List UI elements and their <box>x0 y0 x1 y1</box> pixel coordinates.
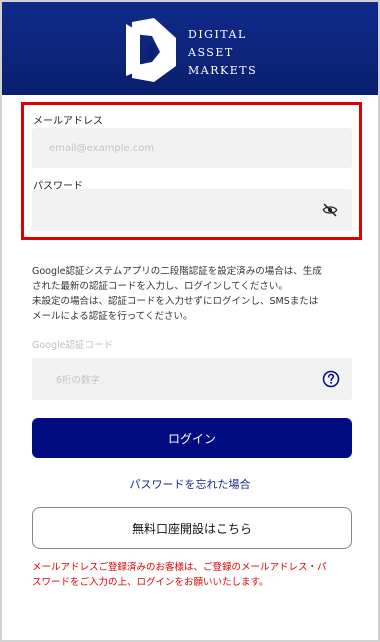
logo-line-digital: Digital <box>188 28 247 41</box>
password-field[interactable] <box>32 189 352 231</box>
dam-logo-icon <box>126 18 176 82</box>
brand-logo-text: Digital Asset Markets <box>188 26 257 80</box>
registered-users-note: メールアドレスご登録済みのお客様は、ご登録のメールアドレス・パ スワードをご入力… <box>32 560 362 590</box>
note-line: スワードをご入力の上、ログインをお願いいたします。 <box>32 577 269 588</box>
app-frame: Digital Asset Markets メールアドレス email@exam… <box>0 0 380 642</box>
notice-line: 未設定の場合は、認証コードを入力せずにログインし、SMSまたは <box>32 296 319 307</box>
email-field[interactable]: email@example.com <box>32 128 352 168</box>
forgot-password-link[interactable]: パスワードを忘れた場合 <box>2 476 378 492</box>
notice-line: された最新の認証コードを入力し、ログインしてください。 <box>32 281 288 292</box>
logo-line-asset: Asset <box>188 46 234 59</box>
login-button[interactable]: ログイン <box>32 418 352 458</box>
logo-line-markets: Markets <box>188 64 258 77</box>
notice-line: Google認証システムアプリの二段階認証を設定済みの場合は、生成 <box>32 266 322 277</box>
eye-off-icon[interactable] <box>322 202 338 218</box>
brand-header: Digital Asset Markets <box>2 2 378 95</box>
help-circle-icon[interactable] <box>322 370 340 388</box>
email-placeholder: email@example.com <box>49 142 155 154</box>
notice-line: メールによる認証を行ってください。 <box>32 311 193 322</box>
note-line: メールアドレスご登録済みのお客様は、ご登録のメールアドレス・パ <box>32 562 327 573</box>
two-factor-notice: Google認証システムアプリの二段階認証を設定済みの場合は、生成 された最新の… <box>32 264 362 324</box>
credentials-section: メールアドレス email@example.com パスワード <box>21 102 362 240</box>
google-code-placeholder: 6桁の数字 <box>56 375 101 386</box>
email-label: メールアドレス <box>33 116 103 127</box>
google-code-field[interactable]: 6桁の数字 <box>32 358 352 400</box>
open-account-button[interactable]: 無料口座開設はこちら <box>32 507 352 549</box>
google-code-label: Google認証コード <box>32 340 114 351</box>
